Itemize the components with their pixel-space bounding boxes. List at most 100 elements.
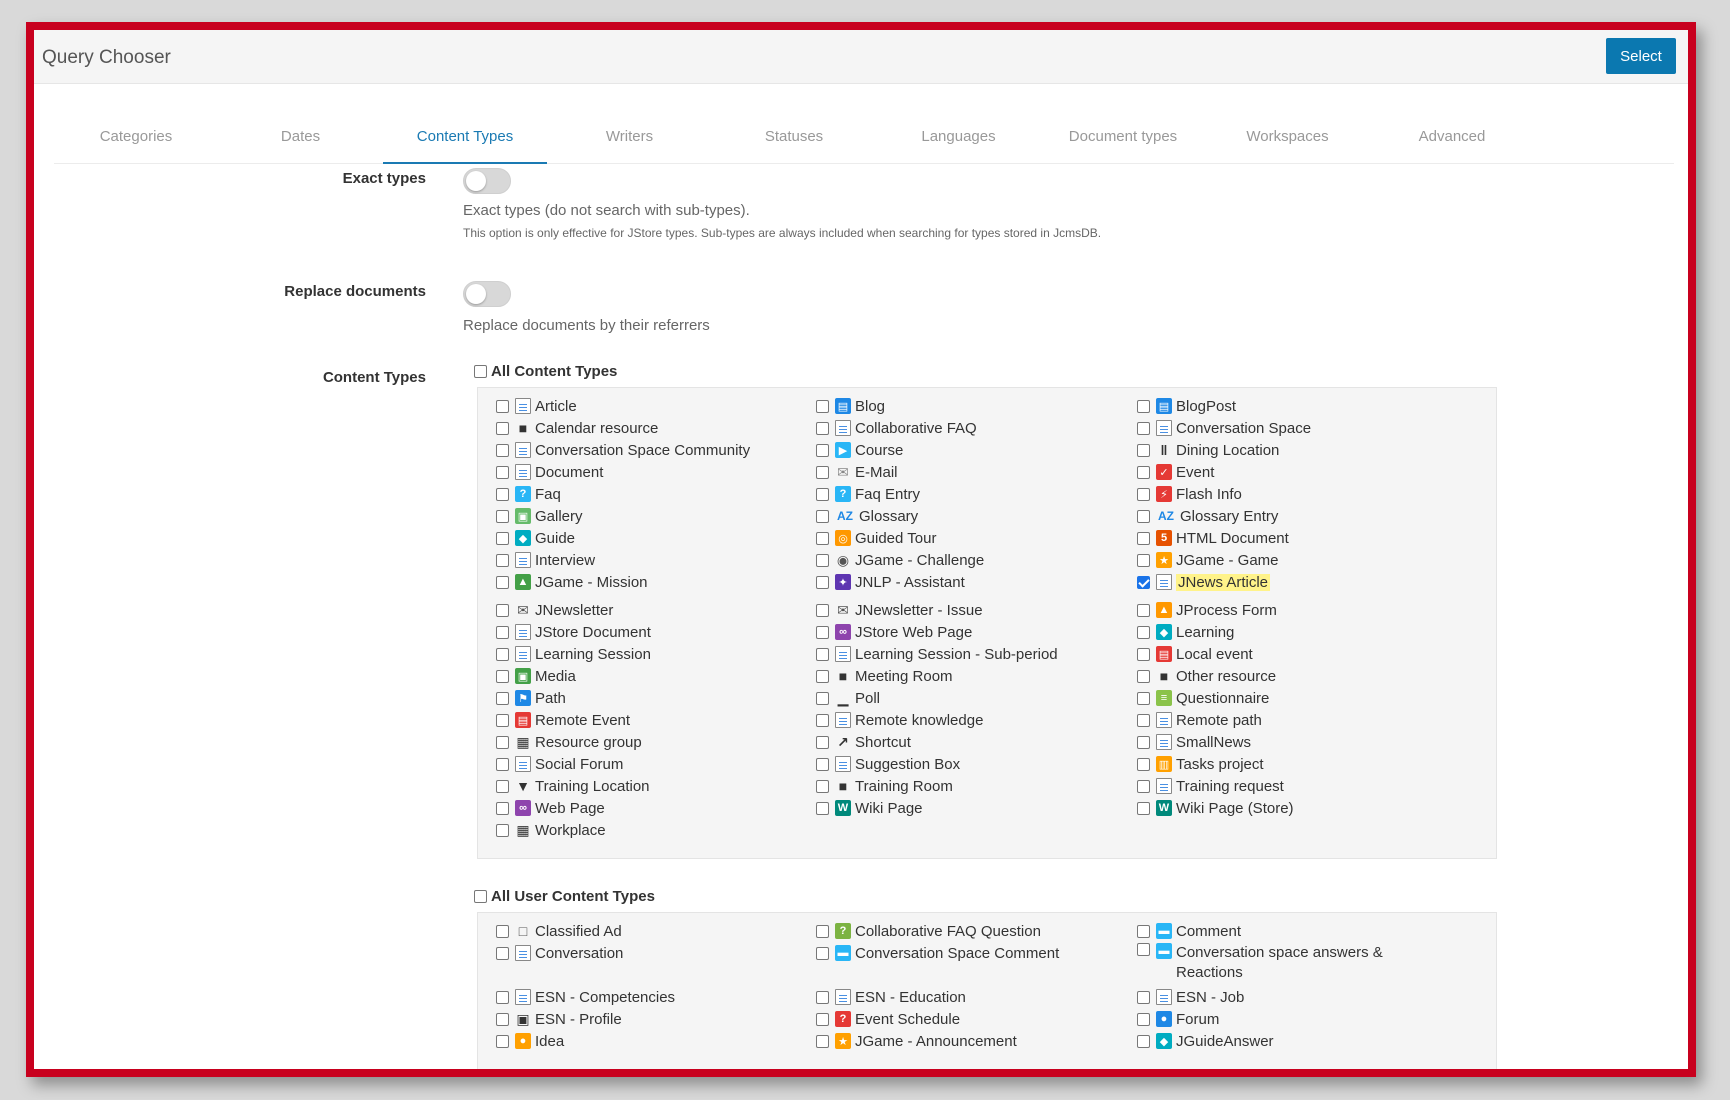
checkbox[interactable] [496, 779, 509, 793]
content-type-item[interactable]: W Wiki Page (Store) [1137, 798, 1294, 818]
content-type-item[interactable]: □ Classified Ad [496, 921, 622, 941]
checkbox[interactable] [496, 1012, 509, 1026]
content-type-item[interactable]: AZ Glossary [816, 506, 918, 526]
checkbox[interactable] [1137, 713, 1150, 727]
content-type-item[interactable]: ◆ Guide [496, 528, 575, 548]
content-type-item[interactable]: Training request [1137, 776, 1284, 796]
checkbox[interactable] [496, 946, 509, 960]
checkbox[interactable] [1137, 1034, 1150, 1048]
checkbox[interactable] [496, 509, 509, 523]
content-type-item[interactable]: ▤ Remote Event [496, 710, 630, 730]
checkbox[interactable] [816, 531, 829, 545]
checkbox[interactable] [1137, 531, 1150, 545]
checkbox[interactable] [816, 509, 829, 523]
content-type-item[interactable]: ■ Training Room [816, 776, 953, 796]
content-type-item[interactable]: ● Idea [496, 1031, 564, 1051]
select-button[interactable]: Select [1606, 38, 1676, 74]
all-content-types-checkbox[interactable]: All Content Types [474, 363, 617, 380]
checkbox[interactable] [816, 1012, 829, 1026]
content-type-item[interactable]: ▤ BlogPost [1137, 396, 1236, 416]
content-type-item[interactable]: ESN - Competencies [496, 987, 675, 1007]
checkbox[interactable] [1137, 465, 1150, 479]
checkbox[interactable] [1137, 625, 1150, 639]
content-type-item[interactable]: W Wiki Page [816, 798, 923, 818]
content-type-item[interactable]: ▣ Gallery [496, 506, 583, 526]
content-type-item[interactable]: ? Event Schedule [816, 1009, 960, 1029]
content-type-item[interactable]: Social Forum [496, 754, 623, 774]
checkbox[interactable] [496, 487, 509, 501]
checkbox[interactable] [496, 801, 509, 815]
checkbox[interactable] [496, 924, 509, 938]
checkbox[interactable] [474, 365, 487, 378]
content-type-item[interactable]: ‖ Dining Location [1137, 440, 1279, 460]
content-type-item[interactable]: Remote knowledge [816, 710, 983, 730]
checkbox[interactable] [816, 553, 829, 567]
checkbox[interactable] [1137, 990, 1150, 1004]
checkbox[interactable] [816, 691, 829, 705]
content-type-item[interactable]: ◎ Guided Tour [816, 528, 936, 548]
checkbox[interactable] [1137, 575, 1150, 589]
content-type-item[interactable]: ★ JGame - Game [1137, 550, 1279, 570]
checkbox[interactable] [496, 735, 509, 749]
content-type-item[interactable]: Article [496, 396, 577, 416]
checkbox[interactable] [816, 399, 829, 413]
content-type-item[interactable]: ▬ Comment [1137, 921, 1241, 941]
content-type-item[interactable]: ESN - Education [816, 987, 966, 1007]
checkbox[interactable] [816, 625, 829, 639]
checkbox[interactable] [816, 443, 829, 457]
checkbox[interactable] [496, 603, 509, 617]
checkbox[interactable] [816, 669, 829, 683]
exact-types-toggle[interactable] [463, 168, 511, 194]
checkbox[interactable] [496, 575, 509, 589]
content-type-item[interactable]: ? Faq [496, 484, 561, 504]
content-type-item[interactable]: ▦ Resource group [496, 732, 642, 752]
content-type-item[interactable]: ◆ Learning [1137, 622, 1234, 642]
checkbox[interactable] [816, 779, 829, 793]
checkbox[interactable] [1137, 924, 1150, 938]
content-type-item[interactable]: ■ Calendar resource [496, 418, 658, 438]
checkbox[interactable] [474, 890, 487, 903]
tab-workspaces[interactable]: Workspaces [1206, 114, 1370, 164]
content-type-item[interactable]: ▲ JGame - Mission [496, 572, 648, 592]
checkbox[interactable] [816, 990, 829, 1004]
content-type-item[interactable]: ∞ Web Page [496, 798, 605, 818]
checkbox[interactable] [816, 465, 829, 479]
checkbox[interactable] [1137, 1012, 1150, 1026]
checkbox[interactable] [816, 757, 829, 771]
content-type-item[interactable]: ✦ JNLP - Assistant [816, 572, 965, 592]
replace-documents-toggle[interactable] [463, 281, 511, 307]
content-type-item[interactable]: ■ Meeting Room [816, 666, 953, 686]
checkbox[interactable] [496, 713, 509, 727]
checkbox[interactable] [496, 691, 509, 705]
content-type-item[interactable]: ▦ Workplace [496, 820, 606, 840]
content-type-item[interactable]: ▶ Course [816, 440, 903, 460]
content-type-item[interactable]: ▬ Conversation space answers & Reactions [1137, 943, 1406, 983]
content-type-item[interactable]: ■ Other resource [1137, 666, 1276, 686]
tab-advanced[interactable]: Advanced [1370, 114, 1534, 164]
checkbox[interactable] [816, 713, 829, 727]
content-type-item[interactable]: ▣ Media [496, 666, 576, 686]
checkbox[interactable] [816, 647, 829, 661]
checkbox[interactable] [1137, 647, 1150, 661]
checkbox[interactable] [1137, 757, 1150, 771]
content-type-item[interactable]: Conversation Space Community [496, 440, 750, 460]
checkbox[interactable] [816, 735, 829, 749]
checkbox[interactable] [496, 465, 509, 479]
content-type-item[interactable]: JNews Article [1137, 572, 1271, 592]
content-type-item[interactable]: ✓ Event [1137, 462, 1214, 482]
content-type-item[interactable]: Suggestion Box [816, 754, 960, 774]
checkbox[interactable] [496, 990, 509, 1004]
content-type-item[interactable]: Conversation Space [1137, 418, 1311, 438]
content-type-item[interactable]: ⚑ Path [496, 688, 566, 708]
checkbox[interactable] [816, 1034, 829, 1048]
checkbox[interactable] [1137, 443, 1150, 457]
checkbox[interactable] [816, 421, 829, 435]
content-type-item[interactable]: ★ JGame - Announcement [816, 1031, 1017, 1051]
content-type-item[interactable]: Conversation [496, 943, 623, 963]
content-type-item[interactable]: Learning Session [496, 644, 651, 664]
content-type-item[interactable]: ≡ Questionnaire [1137, 688, 1269, 708]
content-type-item[interactable]: 5 HTML Document [1137, 528, 1289, 548]
checkbox[interactable] [1137, 487, 1150, 501]
checkbox[interactable] [496, 399, 509, 413]
checkbox[interactable] [1137, 691, 1150, 705]
